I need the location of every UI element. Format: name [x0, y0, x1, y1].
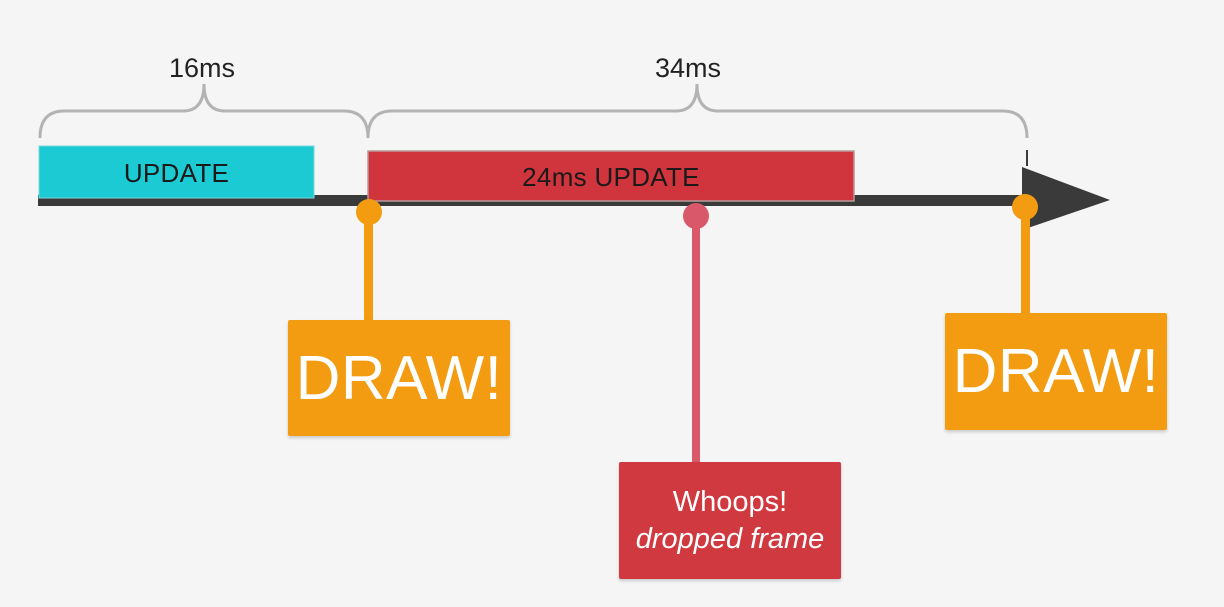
draw-callout-1-label: DRAW!: [295, 343, 503, 413]
update-bar-label: UPDATE: [123, 158, 230, 188]
frame-timeline-diagram: [38, 83, 1110, 464]
interval-label-16ms: 16ms: [168, 53, 236, 83]
dropped-frame-dot: [683, 203, 709, 229]
dropped-frame-title: Whoops!: [672, 485, 788, 518]
timeline-arrow-head: [1022, 167, 1110, 230]
dropped-frame-stem: [692, 216, 700, 464]
bracket-34ms: [366, 83, 1029, 139]
draw-stem-2: [1021, 207, 1030, 315]
draw-callout-1: DRAW!: [288, 320, 510, 436]
draw-callout-2-label: DRAW!: [952, 337, 1160, 406]
dropped-frame-subtitle: dropped frame: [635, 522, 825, 555]
bracket-16ms: [38, 83, 370, 139]
draw-stem-1: [364, 212, 373, 322]
dropped-frame-callout: Whoops! dropped frame: [619, 462, 841, 579]
interval-label-34ms: 34ms: [654, 53, 722, 83]
draw-dot-2: [1012, 194, 1038, 220]
draw-callout-2: DRAW!: [945, 313, 1167, 430]
long-update-bar-label: 24ms UPDATE: [522, 162, 700, 192]
draw-dot-1: [356, 199, 382, 225]
